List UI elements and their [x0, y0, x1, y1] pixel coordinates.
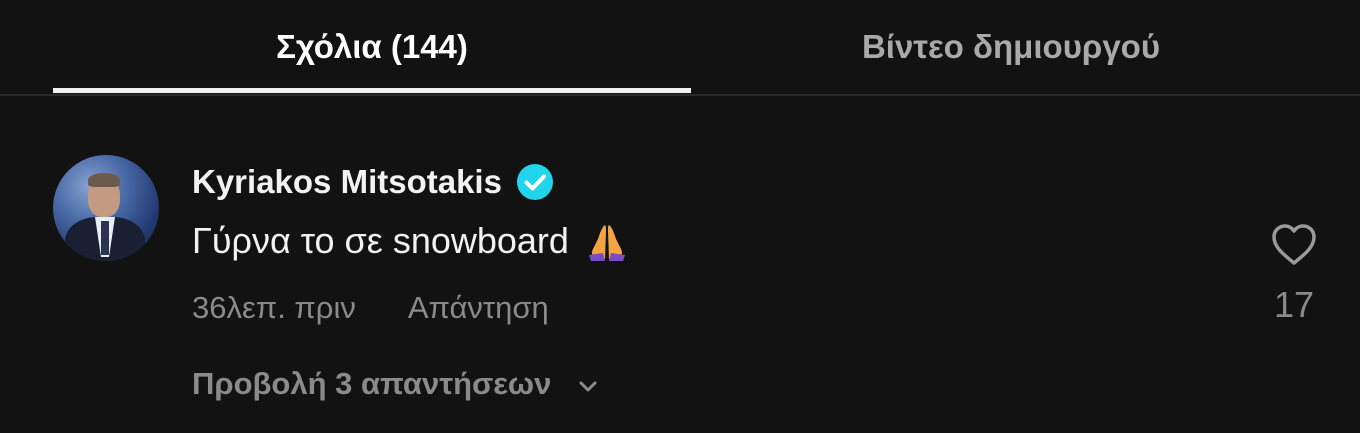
avatar[interactable]	[53, 155, 159, 261]
comments-panel: Σχόλια (144) Βίντεο δημιουργού Kyriakos …	[0, 0, 1360, 433]
comment-meta: 36λεπ. πριν Απάντηση	[192, 286, 549, 330]
verified-badge-icon	[516, 163, 554, 201]
view-replies-label: Προβολή 3 απαντήσεων	[192, 366, 552, 401]
tab-comments[interactable]: Σχόλια (144)	[53, 0, 691, 94]
comment-text: Γύρνα το σε snowboard	[192, 220, 569, 261]
tab-creator-videos[interactable]: Βίντεο δημιουργού	[691, 0, 1331, 94]
comment-body: Γύρνα το σε snowboard	[192, 216, 629, 266]
active-tab-indicator	[53, 88, 691, 93]
comment-header: Kyriakos Mitsotakis	[192, 160, 554, 204]
view-replies-button[interactable]: Προβολή 3 απαντήσεων	[192, 362, 601, 406]
comment-author[interactable]: Kyriakos Mitsotakis	[192, 163, 502, 201]
like-count: 17	[1273, 284, 1315, 325]
reply-button[interactable]: Απάντηση	[408, 290, 549, 326]
folded-hands-icon	[585, 219, 629, 263]
tab-comments-label: Σχόλια (144)	[276, 28, 468, 65]
heart-icon[interactable]	[1269, 220, 1319, 270]
comment-timestamp: 36λεπ. πριν	[192, 290, 356, 325]
comment-item: Kyriakos Mitsotakis Γύρνα το σε snowboar…	[0, 96, 1360, 433]
like-section: 17	[1258, 220, 1330, 330]
tab-creator-videos-label: Βίντεο δημιουργού	[861, 28, 1161, 65]
chevron-down-icon	[575, 371, 601, 397]
tab-bar: Σχόλια (144) Βίντεο δημιουργού	[0, 0, 1360, 96]
